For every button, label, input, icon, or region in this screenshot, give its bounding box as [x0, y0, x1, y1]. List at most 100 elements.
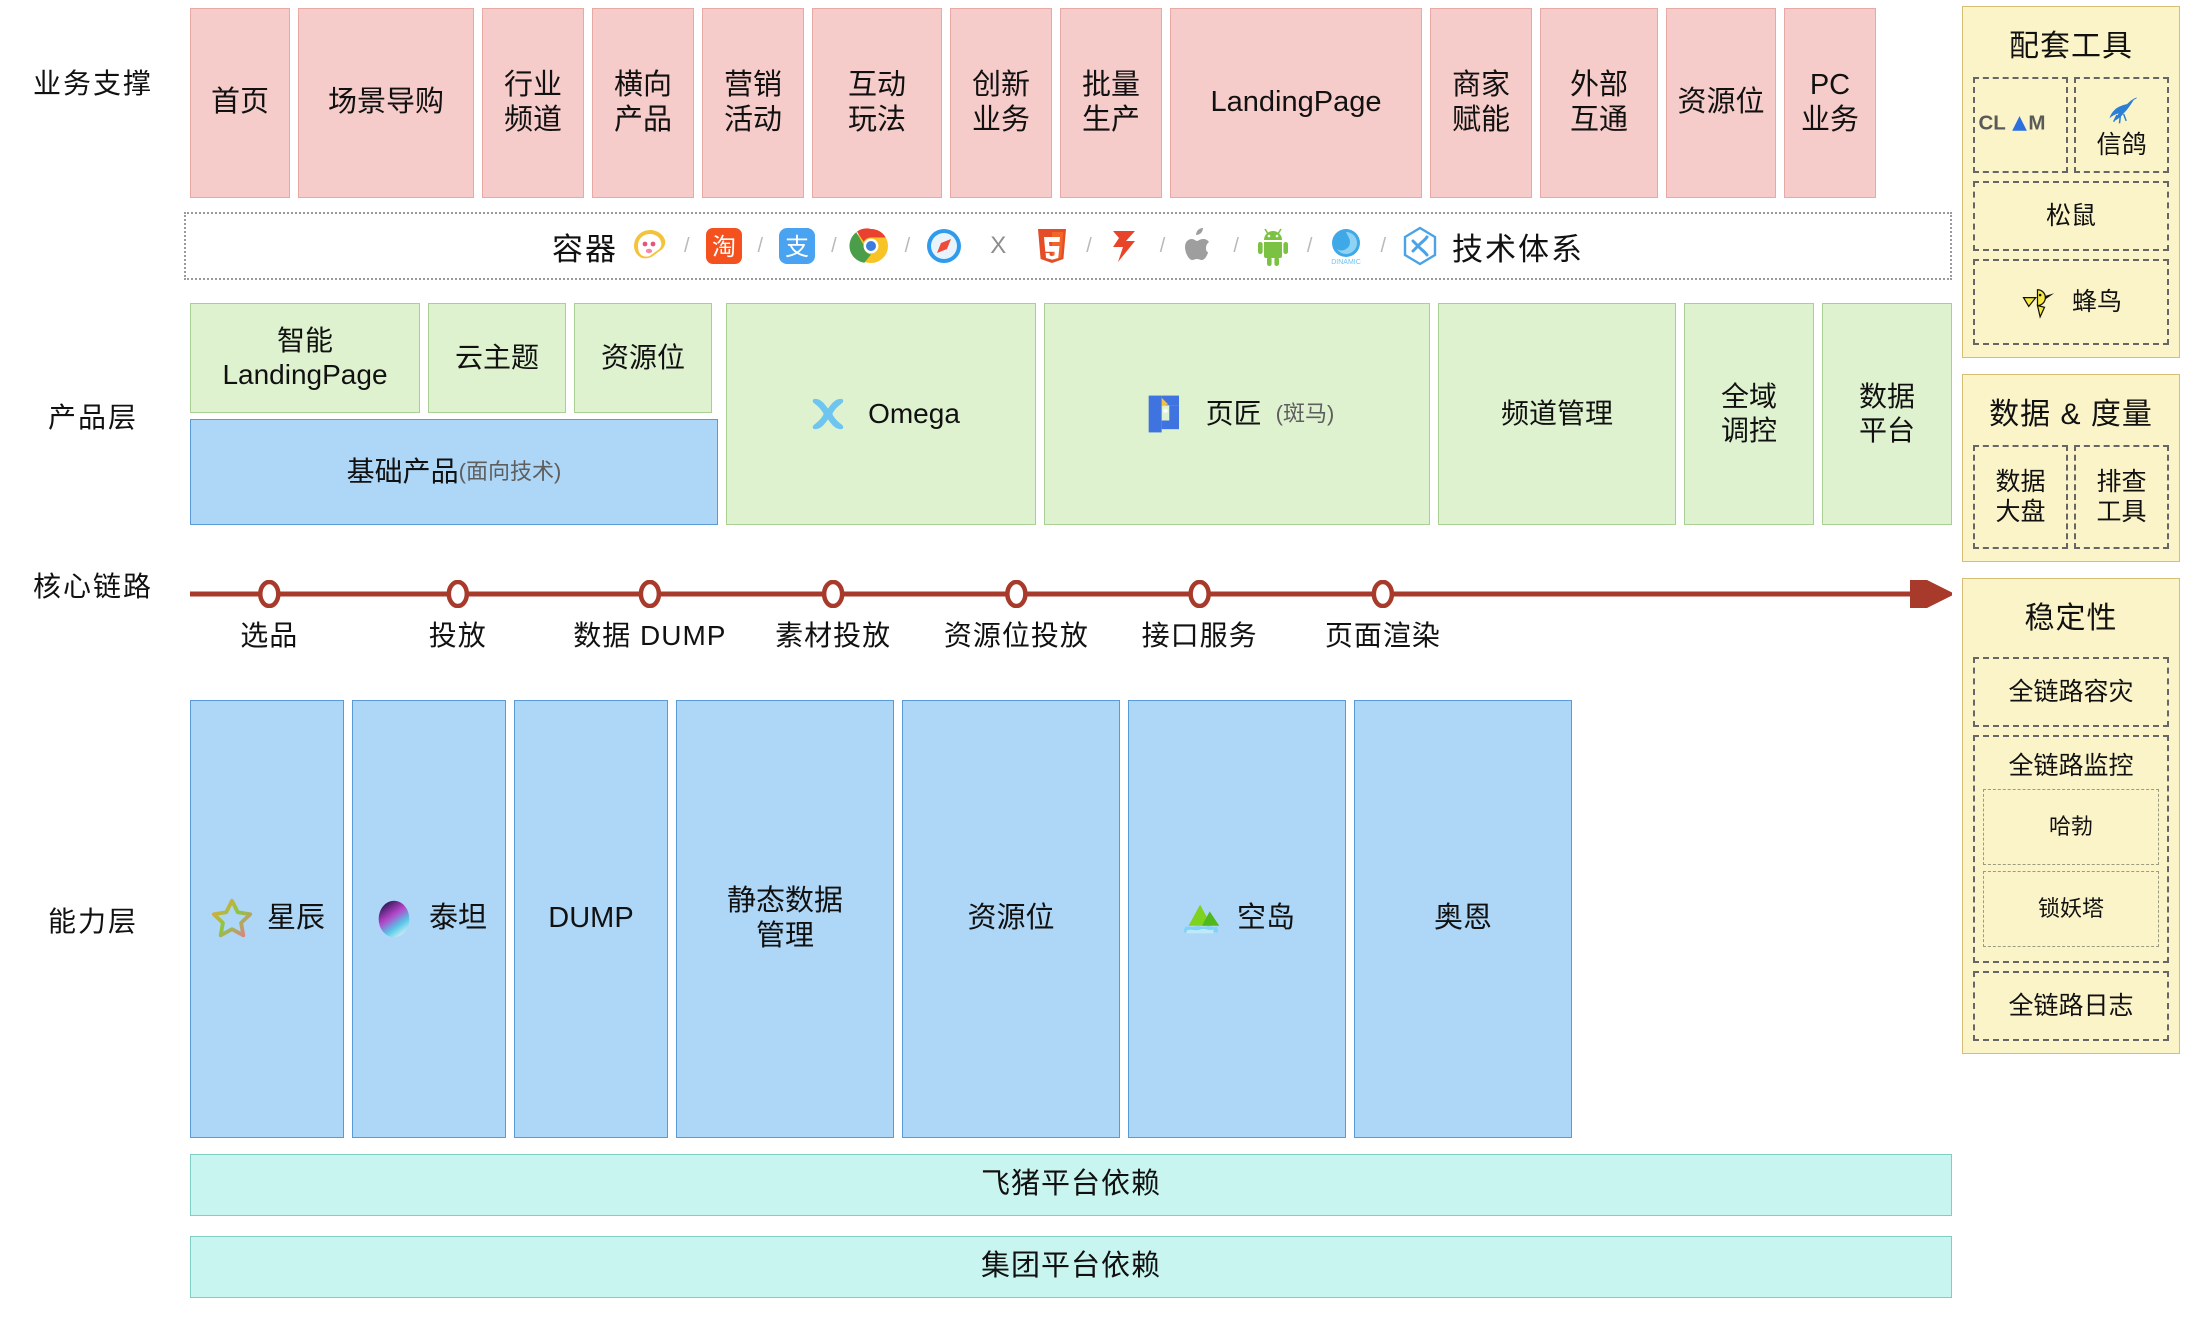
product-basic-box[interactable]: 基础产品 (面向技术)	[190, 419, 718, 525]
omega-icon	[802, 388, 854, 440]
product-card-label: Omega	[868, 397, 960, 429]
yejiang-icon	[1140, 388, 1192, 440]
sidebar-tool-label: 排查 工具	[2096, 468, 2147, 526]
product-item[interactable]: 资源位	[574, 303, 712, 413]
business-item[interactable]: 场景导购	[298, 8, 474, 198]
capability-item[interactable]: 奥恩	[1354, 700, 1572, 1138]
product-card[interactable]: Omega	[726, 303, 1036, 525]
sidebar-tool-item[interactable]: 信鸽	[2074, 77, 2169, 173]
separator-slash: /	[831, 234, 837, 257]
row-label-product: 产品层	[47, 402, 138, 433]
business-item[interactable]: 营销 活动	[702, 8, 804, 198]
sidebar-tool-item[interactable]: CL M	[1973, 77, 2068, 173]
business-item-label: 营销 活动	[723, 68, 782, 136]
taobao-icon: 淘	[702, 224, 746, 268]
capability-item-label: 静态数据 管理	[726, 884, 843, 952]
business-item[interactable]: 行业 频道	[482, 8, 584, 198]
row-label-capability: 能力层	[47, 906, 138, 937]
cross-separator: X	[990, 232, 1007, 259]
business-item[interactable]: 横向 产品	[592, 8, 694, 198]
product-item[interactable]: 云主题	[428, 303, 566, 413]
svg-text:DINAMIC: DINAMIC	[1332, 259, 1362, 266]
sidebar-monitor-item-label: 锁妖塔	[2037, 895, 2104, 921]
chain-node-label: 投放	[428, 620, 487, 651]
chain-node-label: 资源位投放	[943, 620, 1089, 651]
separator-slash: /	[1086, 234, 1092, 257]
container-tech-strip: 容器 / 淘 / 支 / / X / / / / DINAMIC / 技术体系	[184, 212, 1952, 280]
sidebar-tool-item[interactable]: 排查 工具	[2074, 445, 2169, 549]
core-chain-row: 选品 投放 数据 DUMP 素材投放 资源位投放 接口服务 页面渲染	[190, 556, 1952, 666]
business-item[interactable]: 批量 生产	[1060, 8, 1162, 198]
dependency-bar-feizhu: 飞猪平台依赖	[190, 1154, 1952, 1216]
business-item-label: PC 业务	[1800, 68, 1859, 136]
business-item[interactable]: 商家 赋能	[1430, 8, 1532, 198]
svg-text:CL: CL	[1978, 111, 2005, 134]
business-item-label: 行业 频道	[503, 68, 562, 136]
sidebar-tool-label: 信鸽	[2096, 131, 2147, 159]
sidebar-monitor-group: 全链路监控哈勃锁妖塔	[1973, 735, 2169, 963]
business-item-label: 批量 生产	[1081, 68, 1140, 136]
sidebar-tool-label: 数据 大盘	[1995, 468, 2046, 526]
separator-slash: /	[1380, 234, 1387, 257]
product-card[interactable]: 全域 调控	[1684, 303, 1814, 525]
product-item[interactable]: 智能 LandingPage	[190, 303, 420, 413]
business-item[interactable]: LandingPage	[1170, 8, 1422, 198]
row-label-business: 业务支撑	[32, 68, 153, 99]
capability-item-label: DUMP	[548, 902, 634, 935]
separator-slash: /	[904, 234, 911, 257]
capability-item[interactable]: DUMP	[514, 700, 668, 1138]
separator-slash: /	[1159, 234, 1166, 257]
business-item-label: 互动 玩法	[847, 68, 906, 136]
sidebar-monitor-item[interactable]: 哈勃	[1983, 789, 2159, 865]
sidebar-panel-title: 数据 & 度量	[1989, 398, 2153, 431]
business-item[interactable]: 互动 玩法	[812, 8, 942, 198]
svg-text:M: M	[2028, 111, 2045, 134]
product-item-label: 资源位	[600, 341, 685, 373]
apple-icon	[1177, 224, 1221, 268]
capability-item[interactable]: 资源位	[902, 700, 1120, 1138]
architecture-diagram: 业务支撑 产品层 核心链路 能力层 首页 场景导购 行业 频道 横向 产品 营销 活动 互动 玩法…	[0, 0, 2186, 1338]
sidebar-tool-item[interactable]: 蜂鸟	[1973, 259, 2169, 345]
capability-item[interactable]: 静态数据 管理	[676, 700, 894, 1138]
product-item-label: 云主题	[454, 341, 539, 373]
business-item[interactable]: 资源位	[1666, 8, 1776, 198]
sidebar-panel: 稳定性全链路容灾全链路监控哈勃锁妖塔全链路日志	[1962, 578, 2180, 1054]
rax-icon	[1104, 224, 1148, 268]
business-item[interactable]: 外部 互通	[1540, 8, 1658, 198]
product-card[interactable]: 数据 平台	[1822, 303, 1952, 525]
capability-item[interactable]: 星辰	[190, 700, 344, 1138]
sidebar-panel: 数据 & 度量数据 大盘 排查 工具	[1962, 374, 2180, 562]
sidebar-tool-item[interactable]: 数据 大盘	[1973, 445, 2068, 549]
capability-item[interactable]: 空岛	[1128, 700, 1346, 1138]
business-item[interactable]: PC 业务	[1784, 8, 1876, 198]
titan-icon	[371, 896, 417, 942]
business-item[interactable]: 创新 业务	[950, 8, 1052, 198]
business-support-row: 首页 场景导购 行业 频道 横向 产品 营销 活动 互动 玩法 创新 业务 批量 生产 LandingPag…	[190, 8, 1876, 198]
business-item-label: LandingPage	[1210, 86, 1382, 119]
chain-node-label: 接口服务	[1141, 620, 1258, 651]
sidebar-monitor-title: 全链路监控	[2008, 752, 2134, 780]
capability-item-label: 资源位	[967, 902, 1055, 935]
sidebar-tool-item[interactable]: 松鼠	[1973, 181, 2169, 251]
product-left-group: 智能 LandingPage 云主题 资源位 基础产品 (面向技术)	[190, 303, 718, 525]
chain-node-label: 页面渲染	[1324, 620, 1441, 651]
sidebar-monitor-item[interactable]: 锁妖塔	[1983, 871, 2159, 947]
sidebar-tool-item[interactable]: 全链路日志	[1973, 971, 2169, 1041]
sidebar-group: CL M 信鸽	[1973, 77, 2169, 173]
sidebar-tool-item[interactable]: 全链路容灾	[1973, 657, 2169, 727]
chain-node-label: 素材投放	[775, 620, 892, 651]
product-card-label: 数据 平台	[1858, 380, 1915, 446]
product-card-label: 页匠	[1205, 397, 1262, 429]
row-label-chain: 核心链路	[32, 571, 153, 602]
business-item-label: 横向 产品	[613, 68, 672, 136]
product-card[interactable]: 频道管理	[1438, 303, 1676, 525]
capability-item-label: 星辰	[266, 902, 325, 935]
sidebar-tool-label: 全链路容灾	[2008, 678, 2134, 706]
capability-item[interactable]: 泰坦	[352, 700, 506, 1138]
business-item-label: 场景导购	[327, 86, 444, 119]
business-item-label: 首页	[210, 86, 269, 119]
product-card[interactable]: 页匠 (斑马)	[1044, 303, 1430, 525]
pigeon-icon	[2102, 90, 2142, 130]
sidebar-panel-title: 稳定性	[2024, 602, 2118, 635]
business-item[interactable]: 首页	[190, 8, 290, 198]
